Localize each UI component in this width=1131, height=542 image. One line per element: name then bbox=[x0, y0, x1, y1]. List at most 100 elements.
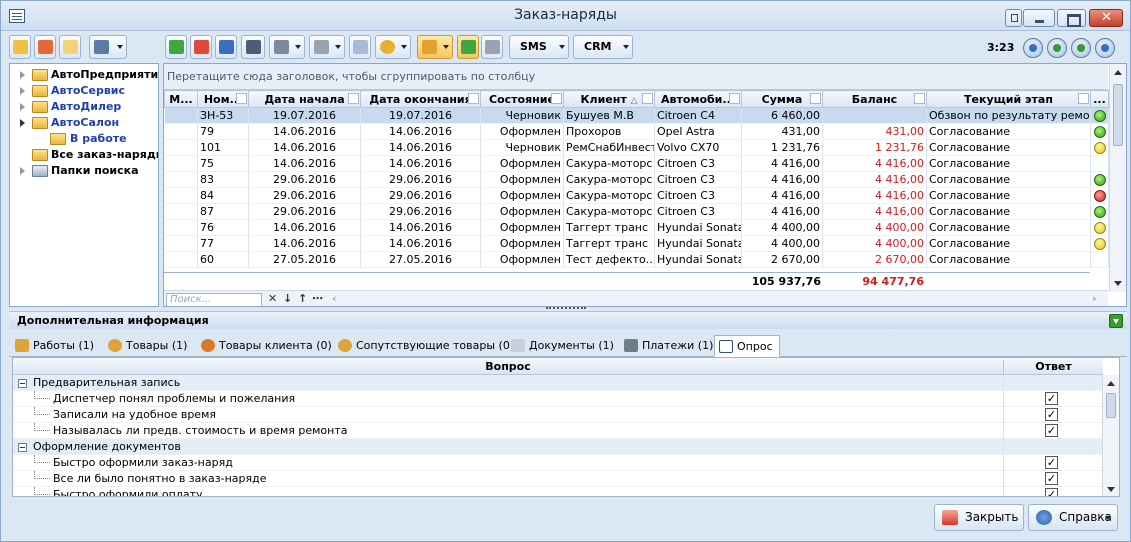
table-row[interactable]: 76 14.06.2016 14.06.2016 Оформлен Таггерт тр… bbox=[164, 219, 1109, 236]
tab-goods[interactable]: Товары (1) bbox=[104, 335, 187, 357]
pin-icon[interactable] bbox=[1005, 9, 1022, 27]
filter-icon[interactable] bbox=[236, 93, 247, 104]
col-header-m[interactable]: М... bbox=[164, 90, 198, 108]
answer-checkbox[interactable]: ✓ bbox=[1045, 408, 1058, 421]
prev-record-icon[interactable] bbox=[1047, 38, 1067, 58]
new-folder-button[interactable] bbox=[9, 35, 31, 59]
answer-checkbox[interactable]: ✓ bbox=[1045, 456, 1058, 469]
tab-documents[interactable]: Документы (1) bbox=[507, 335, 614, 357]
collapse-icon[interactable] bbox=[18, 443, 27, 452]
survey-question-row[interactable]: Все ли было понятно в заказ-наряде ✓ bbox=[13, 471, 1103, 487]
table-row[interactable]: 79 14.06.2016 14.06.2016 Оформлен Прохоров Op… bbox=[164, 123, 1109, 140]
scroll-down-icon[interactable] bbox=[1114, 281, 1122, 286]
col-header-balance[interactable]: Баланс bbox=[822, 90, 927, 108]
answer-checkbox[interactable]: ✓ bbox=[1045, 488, 1058, 496]
refresh-button[interactable] bbox=[165, 35, 187, 59]
filter-icon[interactable] bbox=[810, 93, 821, 104]
scroll-right-icon[interactable]: › bbox=[1092, 292, 1097, 305]
close-window-button[interactable] bbox=[1089, 9, 1123, 27]
col-header-start-date[interactable]: Дата начала bbox=[248, 90, 361, 108]
tab-survey[interactable]: Опрос bbox=[714, 335, 780, 357]
survey-group-row[interactable]: Предварительная запись bbox=[13, 375, 1103, 391]
col-header-car[interactable]: Автомоби... bbox=[654, 90, 742, 108]
filter-icon[interactable] bbox=[729, 93, 740, 104]
scroll-down-icon[interactable] bbox=[1107, 487, 1115, 492]
filter-icon[interactable] bbox=[914, 93, 925, 104]
survey-question-row[interactable]: Записали на удобное время ✓ bbox=[13, 407, 1103, 423]
grid-search-input[interactable]: Поиск... bbox=[166, 293, 262, 306]
folder-props-button[interactable] bbox=[59, 35, 81, 59]
survey-question-row[interactable]: Быстро оформили оплату ✓ bbox=[13, 487, 1103, 496]
answer-checkbox[interactable]: ✓ bbox=[1045, 392, 1058, 405]
table-row[interactable]: 87 29.06.2016 29.06.2016 Оформлен Сакура-мот… bbox=[164, 203, 1109, 220]
expand-icon[interactable] bbox=[20, 167, 25, 175]
table-row[interactable]: 60 27.05.2016 27.05.2016 Оформлен Тест дефек… bbox=[164, 251, 1109, 268]
filter-icon[interactable] bbox=[642, 93, 653, 104]
scroll-left-icon[interactable]: ‹ bbox=[332, 292, 337, 305]
answer-checkbox[interactable]: ✓ bbox=[1045, 472, 1058, 485]
first-record-icon[interactable] bbox=[1023, 38, 1043, 58]
filter-icon[interactable] bbox=[468, 93, 479, 104]
filter-icon[interactable] bbox=[551, 93, 562, 104]
search-next-icon[interactable]: ↓ bbox=[283, 292, 292, 305]
col-header-more[interactable]: ... bbox=[1090, 90, 1109, 108]
survey-scrollbar[interactable] bbox=[1102, 375, 1119, 496]
col-header-state[interactable]: Состояние bbox=[480, 90, 564, 108]
survey-question-row[interactable]: Называлась ли предв. стоимость и время р… bbox=[13, 423, 1103, 439]
col-header-sum[interactable]: Сумма bbox=[741, 90, 823, 108]
collapse-icon[interactable] bbox=[20, 119, 25, 127]
splitter-handle[interactable] bbox=[546, 307, 586, 310]
survey-question-row[interactable]: Быстро оформили заказ-наряд ✓ bbox=[13, 455, 1103, 471]
collapse-panel-icon[interactable] bbox=[1109, 314, 1123, 328]
minimize-button[interactable] bbox=[1023, 9, 1055, 27]
copy-button[interactable] bbox=[349, 35, 371, 59]
survey-question-row[interactable]: Диспетчер понял проблемы и пожелания ✓ bbox=[13, 391, 1103, 407]
delete-folder-button[interactable] bbox=[34, 35, 56, 59]
table-row[interactable]: 84 29.06.2016 29.06.2016 Оформлен Сакура-мот… bbox=[164, 187, 1109, 204]
col-header-number[interactable]: Ном... bbox=[197, 90, 249, 108]
search-options-icon[interactable]: ⋯ bbox=[312, 292, 323, 305]
grid-scrollbar[interactable] bbox=[1109, 64, 1126, 292]
add-doc-button[interactable] bbox=[457, 35, 479, 59]
table-row[interactable]: 83 29.06.2016 29.06.2016 Оформлен Сакура-мот… bbox=[164, 171, 1109, 188]
col-header-client[interactable]: Клиент △ bbox=[563, 90, 655, 108]
tree-view-button[interactable] bbox=[89, 35, 127, 59]
close-button[interactable]: Закрыть bbox=[934, 504, 1024, 531]
crm-button[interactable]: CRM bbox=[573, 35, 633, 59]
print-button[interactable] bbox=[309, 35, 345, 59]
columns-button[interactable] bbox=[241, 35, 265, 59]
col-header-end-date[interactable]: Дата окончания bbox=[360, 90, 481, 108]
expand-icon[interactable] bbox=[20, 87, 25, 95]
answer-checkbox[interactable]: ✓ bbox=[1045, 424, 1058, 437]
survey-group-row[interactable]: Оформление документов bbox=[13, 439, 1103, 455]
maximize-button[interactable] bbox=[1057, 9, 1086, 27]
scroll-thumb[interactable] bbox=[1113, 84, 1123, 146]
export-button[interactable] bbox=[269, 35, 305, 59]
table-row[interactable]: ЗН-53 19.07.2016 19.07.2016 Черновик Бушуев … bbox=[164, 107, 1109, 124]
clipboard-button[interactable] bbox=[417, 35, 453, 59]
scroll-thumb[interactable] bbox=[1106, 393, 1116, 418]
tab-works[interactable]: Работы (1) bbox=[11, 335, 94, 357]
tab-related-goods[interactable]: Сопутствующие товары (0) bbox=[334, 335, 514, 357]
table-row[interactable]: 101 14.06.2016 14.06.2016 Черновик РемСнабИн… bbox=[164, 139, 1109, 156]
table-row[interactable]: 75 14.06.2016 14.06.2016 Оформлен Сакура-мот… bbox=[164, 155, 1109, 172]
last-record-icon[interactable] bbox=[1095, 38, 1115, 58]
scroll-up-icon[interactable] bbox=[1114, 70, 1122, 75]
tab-client-goods[interactable]: Товары клиента (0) bbox=[197, 335, 332, 357]
next-record-icon[interactable] bbox=[1071, 38, 1091, 58]
collapse-icon[interactable] bbox=[18, 379, 27, 388]
help-button[interactable]: Справка bbox=[1028, 504, 1118, 531]
status-button[interactable] bbox=[375, 35, 411, 59]
sms-button[interactable]: SMS bbox=[509, 35, 569, 59]
scroll-up-icon[interactable] bbox=[1107, 381, 1115, 386]
tab-payments[interactable]: Платежи (1) bbox=[620, 335, 713, 357]
clear-search-icon[interactable]: ✕ bbox=[268, 292, 277, 305]
table-row[interactable]: 77 14.06.2016 14.06.2016 Оформлен Таггерт тр… bbox=[164, 235, 1109, 252]
filter-icon[interactable] bbox=[348, 93, 359, 104]
search-prev-icon[interactable]: ↑ bbox=[298, 292, 307, 305]
expand-icon[interactable] bbox=[20, 71, 25, 79]
filter-icon[interactable] bbox=[1078, 93, 1089, 104]
edit-button[interactable] bbox=[215, 35, 237, 59]
col-header-stage[interactable]: Текущий этап bbox=[926, 90, 1091, 108]
expand-icon[interactable] bbox=[20, 103, 25, 111]
